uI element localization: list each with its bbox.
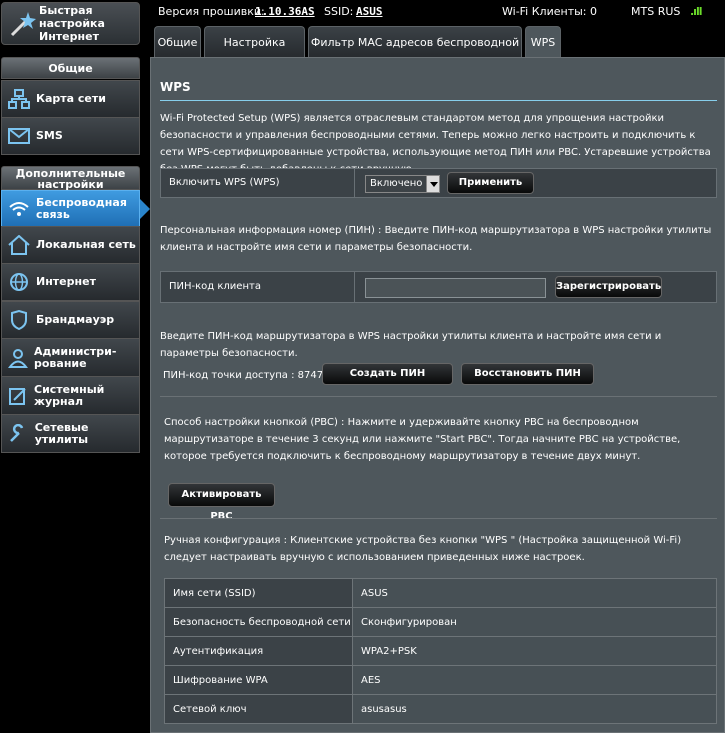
page-title: WPS	[160, 80, 191, 94]
config-key: Аутентификация	[164, 636, 353, 666]
sidebar-item-label: Беспроводная связь	[36, 195, 127, 221]
home-icon	[8, 234, 30, 256]
client-pin-row: ПИН-код клиента Зарегистрировать	[160, 271, 717, 303]
sidebar-item-label: Сетевые утилиты	[34, 420, 89, 446]
envelope-icon	[8, 125, 30, 147]
enable-wps-row: Включить WPS (WPS) Включено Применить	[160, 168, 717, 198]
section-divider	[160, 396, 717, 397]
table-row: Аутентификация WPA2+PSK	[164, 636, 717, 666]
config-value: WPA2+PSK	[352, 636, 717, 666]
table-row: Имя сети (SSID) ASUS	[164, 578, 717, 608]
pin-info-text: Персональная информация номер (ПИН) : Вв…	[160, 225, 712, 253]
sidebar-item-wireless[interactable]: Беспроводная связь	[1, 190, 150, 227]
sidebar-item-lan[interactable]: Локальная сеть	[1, 226, 140, 264]
sidebar-item-label: Локальная сеть	[36, 238, 136, 251]
enable-wps-label: Включить WPS (WPS)	[161, 169, 355, 197]
config-key: Безопасность беспроводной сети	[164, 607, 353, 637]
wifi-icon	[8, 198, 30, 220]
config-key: Имя сети (SSID)	[164, 578, 353, 608]
tab-mac-filter[interactable]: Фильтр MAC адресов беспроводной сети	[308, 26, 522, 81]
network-map-icon	[8, 88, 30, 110]
ap-pin-label: ПИН-код точки доступа : 87478785	[163, 370, 349, 381]
ap-pin-info-text: Введите ПИН-код маршрутизатора в WPS нас…	[160, 331, 662, 359]
ssid-label: SSID:	[324, 5, 354, 18]
sidebar-item-label: SMS	[36, 129, 63, 142]
sidebar-item-label: Системный журнал	[34, 382, 105, 408]
advanced-header: Дополнительные настройки	[1, 166, 140, 190]
status-bar: Версия прошивки: 1.10.36AS SSID: ASUS Wi…	[150, 0, 725, 22]
magic-wand-icon	[6, 9, 36, 39]
create-pin-button[interactable]: Создать ПИН	[322, 363, 453, 385]
quick-setup-label: Быстрая настройка Интернет	[39, 4, 105, 43]
manual-config-text: Ручная конфигурация : Клиентские устройс…	[164, 535, 682, 563]
chevron-down-icon	[426, 176, 439, 192]
config-value: ASUS	[352, 578, 717, 608]
sidebar-item-system-log[interactable]: Системный журнал	[1, 376, 140, 415]
ssid-value[interactable]: ASUS	[356, 5, 383, 18]
sidebar-item-administration[interactable]: Администри-рование	[1, 338, 140, 377]
user-icon	[8, 347, 28, 369]
sidebar-item-network-tools[interactable]: Сетевые утилиты	[1, 414, 140, 453]
table-row: Сетевой ключ asusasus	[164, 694, 717, 724]
title-divider	[160, 100, 717, 101]
globe-icon	[8, 271, 30, 293]
shield-icon	[8, 309, 30, 331]
tab-wps[interactable]: WPS	[525, 26, 561, 58]
sidebar-item-label: Администри-рование	[34, 344, 117, 370]
table-row: Безопасность беспроводной сети Сконфигур…	[164, 607, 717, 637]
sidebar-item-network-map[interactable]: Карта сети	[1, 80, 140, 118]
table-row: Шифрование WPA AES	[164, 665, 717, 695]
config-value: asusasus	[352, 694, 717, 724]
apply-button[interactable]: Применить	[447, 172, 534, 194]
sidebar-item-sms[interactable]: SMS	[1, 117, 140, 155]
wps-panel: WPS Wi-Fi Protected Setup (WPS) является…	[150, 57, 725, 733]
wifi-clients-count[interactable]: Wi-Fi Клиенты: 0	[502, 5, 597, 18]
wrench-icon	[8, 423, 29, 445]
firmware-label: Версия прошивки:	[158, 5, 265, 18]
enable-wps-select[interactable]: Включено	[365, 175, 440, 193]
section-divider	[160, 518, 717, 519]
client-pin-input[interactable]	[365, 278, 546, 298]
sidebar-item-label: Интернет	[36, 275, 96, 288]
sidebar: Быстрая настройка Интернет Общие Карта с…	[0, 0, 150, 733]
config-value: AES	[352, 665, 717, 695]
enable-wps-value: Включено	[370, 178, 423, 189]
config-value: Сконфигурирован	[352, 607, 717, 637]
signal-strength-icon: .ıll	[690, 5, 702, 18]
general-header: Общие	[1, 57, 140, 79]
tab-general[interactable]: Общие	[154, 26, 201, 58]
pbc-info-text: Способ настройки кнопкой (PBC) : Нажмите…	[164, 417, 681, 462]
sidebar-item-label: Брандмауэр	[36, 313, 115, 326]
manual-config-table: Имя сети (SSID) ASUS Безопасность беспро…	[164, 578, 717, 724]
firmware-version-link[interactable]: 1.10.36AS	[255, 5, 315, 18]
tab-radius[interactable]: Настройка RADIUS	[204, 26, 305, 81]
client-pin-label: ПИН-код клиента	[161, 272, 355, 302]
register-button[interactable]: Зарегистрировать	[555, 276, 662, 298]
config-key: Сетевой ключ	[164, 694, 353, 724]
log-icon	[8, 385, 28, 407]
operator-name: MTS RUS	[631, 5, 681, 18]
sidebar-item-firewall[interactable]: Брандмауэр	[1, 301, 140, 339]
config-key: Шифрование WPA	[164, 665, 353, 695]
quick-setup-button[interactable]: Быстрая настройка Интернет	[1, 2, 140, 45]
activate-pbc-button[interactable]: Активировать PBC	[168, 483, 275, 522]
sidebar-item-label: Карта сети	[36, 92, 106, 105]
sidebar-item-internet[interactable]: Интернет	[1, 263, 140, 301]
restore-pin-button[interactable]: Восстановить ПИН	[461, 363, 594, 385]
